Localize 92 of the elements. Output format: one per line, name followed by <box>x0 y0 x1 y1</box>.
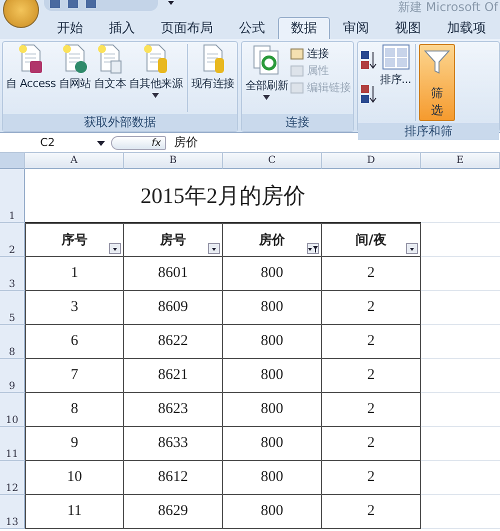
cylinder-document-icon <box>142 44 169 74</box>
table-cell: 2 <box>322 359 421 393</box>
group-label: 排序和筛 <box>358 123 499 140</box>
funnel-icon <box>424 49 450 75</box>
window-title: 新建 Microsoft Of <box>398 0 500 15</box>
caret-icon[interactable] <box>168 0 174 6</box>
table-cell: 8612 <box>124 461 223 495</box>
ribbon-button[interactable]: 自文本 <box>92 44 127 98</box>
group-label: 获取外部数据 <box>3 114 238 131</box>
table-cell: 2 <box>322 257 421 291</box>
ribbon-button[interactable]: 自其他来源 <box>128 44 184 98</box>
filter-button[interactable]: 筛选 <box>419 44 456 121</box>
table-cell: 8629 <box>124 495 223 529</box>
table-cell: 800 <box>223 495 322 529</box>
row-header[interactable]: 13 <box>0 495 25 529</box>
text-document-icon <box>96 44 123 74</box>
table-cell: 2 <box>322 495 421 529</box>
caret-icon[interactable] <box>95 138 107 146</box>
ribbon-tab[interactable]: 公式 <box>226 17 278 39</box>
filter-dropdown[interactable] <box>109 243 121 254</box>
table-cell: 2 <box>322 461 421 495</box>
table-cell: 800 <box>223 359 322 393</box>
table-cell: 8621 <box>124 359 223 393</box>
row-header[interactable]: 10 <box>0 393 25 427</box>
column-title: 房号 <box>160 232 186 249</box>
sort-grid-icon <box>382 44 410 70</box>
ribbon-button[interactable]: 全部刷新 <box>244 44 290 100</box>
ribbon-button[interactable]: 现有连接 <box>190 44 236 98</box>
table-cell: 8 <box>25 393 124 427</box>
table-cell: 800 <box>223 257 322 291</box>
table-cell: 800 <box>223 461 322 495</box>
column-header[interactable]: C <box>223 153 322 169</box>
ribbon-tab[interactable]: 页面布局 <box>148 17 226 39</box>
table-cell: 8601 <box>124 257 223 291</box>
table-cell: 9 <box>25 427 124 461</box>
ribbon-tab[interactable]: 视图 <box>382 17 434 39</box>
row-header[interactable]: 3 <box>0 257 25 291</box>
table-cell: 11 <box>25 495 124 529</box>
row-header[interactable]: 9 <box>0 359 25 393</box>
table-cell: 1 <box>25 257 124 291</box>
table-title: 2015年2月的房价 <box>25 169 421 223</box>
table-cell: 7 <box>25 359 124 393</box>
column-header[interactable]: B <box>124 153 223 169</box>
globe-document-icon <box>62 44 88 74</box>
ribbon-tab[interactable]: 数据 <box>278 17 330 39</box>
table-cell: 800 <box>223 325 322 359</box>
ribbon-button[interactable]: 连接 <box>290 46 352 61</box>
table-cell: 3 <box>25 291 124 325</box>
table-cell: 6 <box>25 325 124 359</box>
column-title: 间/夜 <box>356 232 386 249</box>
table-cell: 2 <box>322 427 421 461</box>
ribbon-button[interactable]: 自 Access <box>5 44 57 98</box>
group-label: 连接 <box>242 114 354 131</box>
filter-dropdown[interactable] <box>307 243 319 254</box>
table-cell: 8623 <box>124 393 223 427</box>
table-cell: 2 <box>322 325 421 359</box>
column-header[interactable]: D <box>322 153 421 169</box>
row-header[interactable]: 2 <box>0 223 25 257</box>
row-header[interactable]: 5 <box>0 291 25 325</box>
table-cell: 8622 <box>124 325 223 359</box>
ribbon-tab[interactable]: 开始 <box>44 17 96 39</box>
table-cell: 800 <box>223 291 322 325</box>
table-cell: 2 <box>322 291 421 325</box>
sort-button[interactable]: 排序... <box>379 44 412 87</box>
ribbon-tab[interactable]: 加载项 <box>434 17 499 39</box>
table-cell: 10 <box>25 461 124 495</box>
sort-descending-icon[interactable] <box>360 84 378 104</box>
column-title: 序号 <box>62 232 88 249</box>
row-header[interactable]: 8 <box>0 325 25 359</box>
database-document-icon <box>18 44 44 74</box>
table-cell: 2 <box>322 393 421 427</box>
ribbon-tab[interactable]: 审阅 <box>330 17 382 39</box>
ribbon-tab[interactable]: 插入 <box>96 17 148 39</box>
table-cell: 800 <box>223 427 322 461</box>
row-header[interactable]: 1 <box>0 169 25 223</box>
column-title: 房价 <box>259 232 285 249</box>
filter-dropdown[interactable] <box>208 243 220 254</box>
table-cell: 8633 <box>124 427 223 461</box>
properties-icon <box>290 64 304 78</box>
ribbon-button[interactable]: 自网站 <box>58 44 92 98</box>
sort-ascending-icon[interactable] <box>360 50 378 70</box>
formula-field[interactable]: 房价 <box>174 134 198 151</box>
filter-dropdown[interactable] <box>406 243 418 254</box>
column-header[interactable]: A <box>25 153 124 169</box>
column-header[interactable]: E <box>421 153 500 169</box>
row-header[interactable]: 11 <box>0 427 25 461</box>
table-cell: 8609 <box>124 291 223 325</box>
name-box[interactable]: C2 <box>0 136 95 149</box>
insert-function-button[interactable]: fx <box>111 136 166 150</box>
table-cell: 800 <box>223 393 322 427</box>
filter-applied-icon <box>308 244 318 252</box>
row-header[interactable]: 12 <box>0 461 25 495</box>
